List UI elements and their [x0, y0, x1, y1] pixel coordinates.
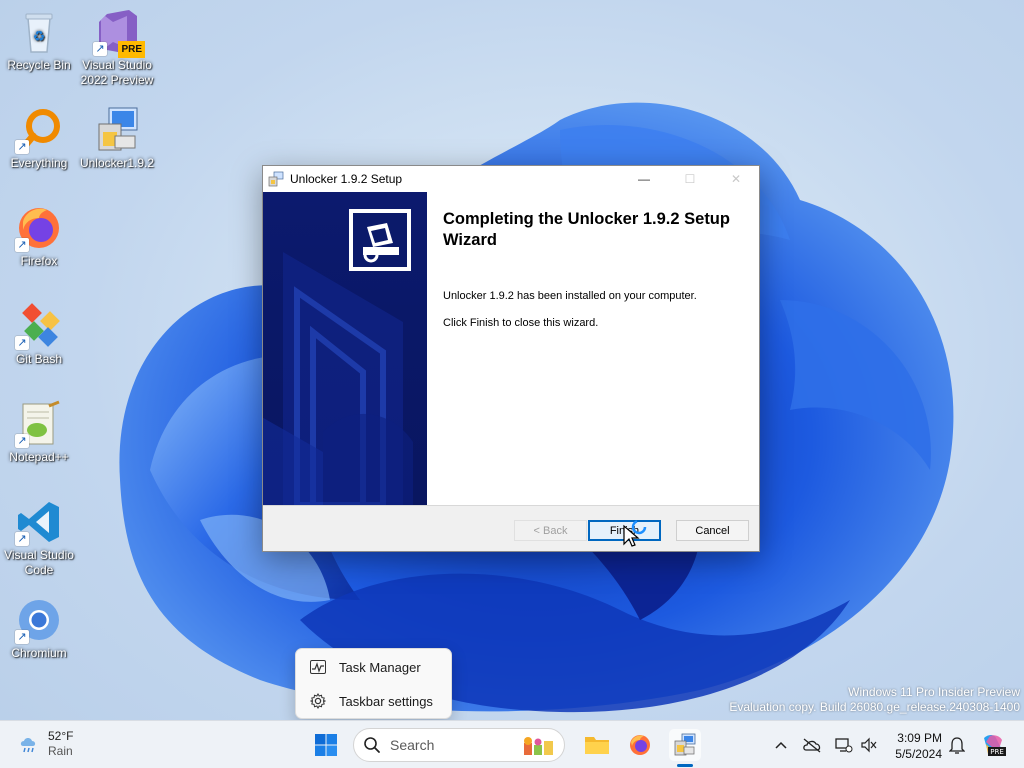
shortcut-arrow-icon: ↗ — [15, 238, 29, 252]
show-hidden-icons-button[interactable] — [771, 735, 791, 755]
visual-studio-icon: PRE ↗ — [93, 8, 145, 58]
wizard-heading: Completing the Unlocker 1.9.2 Setup Wiza… — [443, 210, 730, 249]
notepadpp-icon: ↗ — [15, 400, 63, 448]
taskbar-file-explorer[interactable] — [581, 729, 613, 761]
wizard-content-panel: Completing the Unlocker 1.9.2 Setup Wiza… — [427, 192, 759, 505]
svg-text:♻: ♻ — [33, 28, 46, 44]
desktop-icon-label: Firefox — [20, 254, 58, 268]
unlocker-installer-icon — [674, 733, 696, 756]
taskbar-search-box[interactable]: Search — [353, 728, 565, 762]
search-placeholder: Search — [390, 737, 435, 753]
search-icon — [364, 737, 380, 753]
firefox-icon: ↗ — [15, 204, 63, 252]
vscode-icon: ↗ — [15, 498, 63, 546]
active-app-indicator — [677, 764, 693, 767]
menu-item-task-manager[interactable]: Task Manager — [296, 651, 451, 683]
shortcut-arrow-icon: ↗ — [15, 336, 29, 350]
desktop-icon-label: Visual Studio 2022 Preview — [80, 58, 154, 87]
onedrive-offline-icon — [803, 738, 821, 753]
chromium-icon: ↗ — [15, 596, 63, 644]
dialog-titlebar[interactable]: Unlocker 1.9.2 Setup — ☐ ✕ — [263, 166, 759, 192]
notifications-button[interactable] — [947, 735, 967, 755]
desktop-icon-recycle-bin[interactable]: ♻ Recycle Bin — [0, 8, 78, 73]
unlocker-app-icon — [268, 171, 284, 187]
taskbar: 52°F Rain Search 3:09 PM 5/5/2024 PRE — [0, 720, 1024, 768]
weather-condition: Rain — [48, 744, 73, 758]
cancel-button[interactable]: Cancel — [676, 520, 749, 541]
desktop-icon-label: Visual Studio Code — [4, 548, 74, 577]
wizard-button-bar: < Back Finish Cancel — [263, 505, 759, 551]
taskbar-unlocker-setup[interactable] — [669, 729, 701, 761]
git-bash-icon: ↗ — [15, 302, 63, 350]
copilot-preview-icon: PRE — [984, 735, 1006, 756]
shortcut-arrow-icon: ↗ — [15, 630, 29, 644]
copilot-button[interactable]: PRE — [980, 732, 1006, 758]
unlocker-installer-icon — [93, 106, 141, 154]
desktop-icon-firefox[interactable]: ↗ Firefox — [0, 204, 78, 269]
menu-item-label: Task Manager — [339, 659, 421, 675]
everything-search-icon: ↗ — [15, 106, 63, 154]
desktop-icon-label: Unlocker1.9.2 — [79, 156, 155, 170]
menu-item-taskbar-settings[interactable]: Taskbar settings — [296, 685, 451, 717]
watermark-line2: Evaluation copy. Build 26080.ge_release.… — [729, 700, 1020, 714]
task-manager-icon — [310, 660, 326, 674]
desktop-icon-visual-studio[interactable]: PRE ↗ Visual Studio 2022 Preview — [78, 8, 156, 88]
desktop-icon-git-bash[interactable]: ↗ Git Bash — [0, 302, 78, 367]
firefox-icon — [630, 735, 650, 755]
maximize-button: ☐ — [684, 172, 696, 186]
volume-tray[interactable] — [859, 735, 879, 755]
network-icon — [835, 738, 853, 753]
unlocker-logo-icon — [353, 213, 407, 267]
desktop-icon-everything[interactable]: ↗ Everything — [0, 106, 78, 171]
setup-wizard-dialog: Unlocker 1.9.2 Setup — ☐ ✕ Completing th… — [262, 165, 760, 552]
recycle-bin-icon: ♻ — [15, 8, 63, 56]
clock-time: 3:09 PM — [897, 731, 942, 745]
taskbar-firefox[interactable] — [624, 729, 656, 761]
preview-badge: PRE — [118, 41, 145, 58]
rain-cloud-icon — [20, 738, 36, 753]
weather-widget[interactable]: 52°F Rain — [18, 729, 73, 759]
shortcut-arrow-icon: ↗ — [15, 532, 29, 546]
gear-icon — [310, 693, 326, 709]
wizard-instruction: Click Finish to close this wizard. — [443, 317, 599, 329]
desktop-icon-label: Notepad++ — [9, 450, 69, 464]
close-button: ✕ — [730, 172, 742, 186]
volume-muted-icon — [861, 737, 877, 753]
desktop-icon-unlocker[interactable]: Unlocker1.9.2 — [78, 106, 156, 171]
clock-date: 5/5/2024 — [895, 747, 942, 761]
windows-watermark: Windows 11 Pro Insider Preview Evaluatio… — [729, 685, 1020, 715]
desktop-icon-label: Recycle Bin — [7, 58, 71, 72]
chevron-up-icon — [775, 741, 787, 749]
shortcut-arrow-icon: ↗ — [15, 434, 29, 448]
desktop-icon-label: Git Bash — [15, 352, 63, 366]
wizard-message: Unlocker 1.9.2 has been installed on you… — [443, 290, 697, 302]
onedrive-tray[interactable] — [802, 735, 822, 755]
shortcut-arrow-icon: ↗ — [15, 140, 29, 154]
file-explorer-icon — [585, 737, 609, 754]
shortcut-arrow-icon: ↗ — [93, 42, 107, 56]
desktop-icon-notepadpp[interactable]: ↗ Notepad++ — [0, 400, 78, 465]
unlocker-logo — [349, 209, 411, 271]
minimize-button[interactable]: — — [621, 166, 667, 192]
search-highlight-icon — [524, 737, 553, 755]
busy-cursor-icon — [623, 519, 647, 547]
svg-text:PRE: PRE — [990, 748, 1004, 756]
dialog-title: Unlocker 1.9.2 Setup — [290, 172, 403, 186]
watermark-line1: Windows 11 Pro Insider Preview — [848, 685, 1020, 699]
back-button: < Back — [514, 520, 587, 541]
start-button[interactable] — [314, 733, 338, 757]
network-tray[interactable] — [834, 735, 854, 755]
bell-icon — [949, 737, 965, 754]
taskbar-context-menu: Task Manager Taskbar settings — [295, 648, 452, 719]
menu-item-label: Taskbar settings — [339, 693, 433, 709]
desktop-icon-chromium[interactable]: ↗ Chromium — [0, 596, 78, 661]
wizard-side-banner — [263, 192, 427, 505]
weather-temperature: 52°F — [48, 729, 74, 743]
desktop-icon-label: Everything — [10, 156, 68, 170]
desktop-icon-label: Chromium — [11, 646, 67, 660]
desktop-icon-vscode[interactable]: ↗ Visual Studio Code — [0, 498, 78, 578]
taskbar-clock[interactable]: 3:09 PM 5/5/2024 — [890, 730, 942, 762]
